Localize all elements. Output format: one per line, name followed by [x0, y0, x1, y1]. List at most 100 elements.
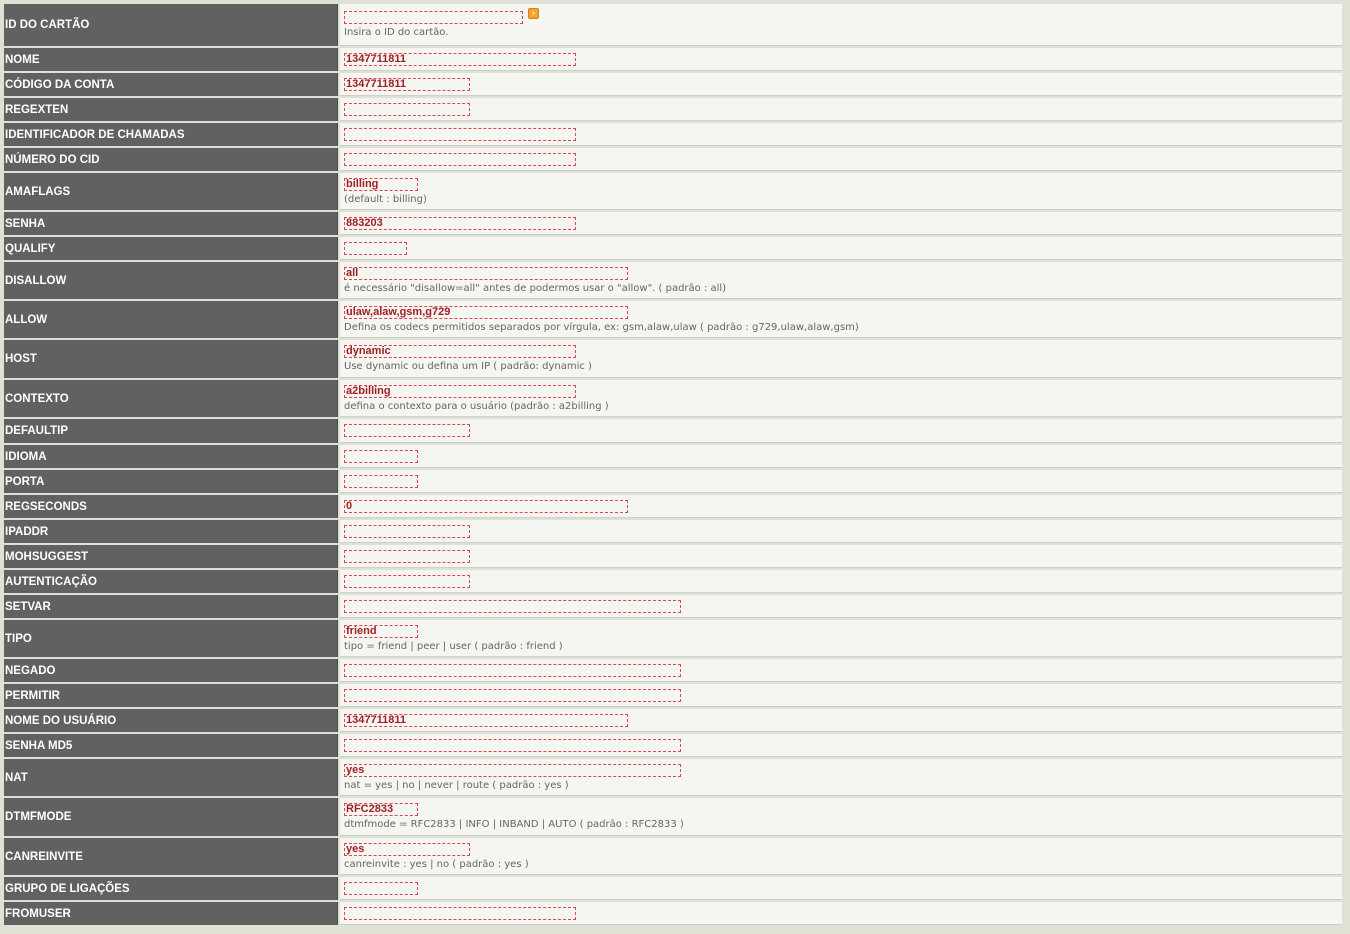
label-permitir: PERMITIR	[4, 684, 338, 707]
senha-input[interactable]	[344, 216, 576, 230]
value-cell-allow: Defina os codecs permitidos separados po…	[340, 301, 1342, 338]
numero-cid-input[interactable]	[344, 152, 576, 166]
regexten-input[interactable]	[344, 102, 470, 116]
label-card-id: ID DO CARTÃO	[4, 4, 338, 46]
porta-input[interactable]	[344, 474, 418, 488]
regseconds-input[interactable]	[344, 499, 628, 513]
value-cell-amaflags: (default : billing)	[340, 173, 1342, 210]
row-porta: PORTA	[4, 470, 1342, 493]
label-contexto: CONTEXTO	[4, 380, 338, 417]
disallow-input[interactable]	[344, 266, 628, 280]
label-host: HOST	[4, 340, 338, 378]
permitir-input[interactable]	[344, 688, 681, 702]
identificador-chamadas-input[interactable]	[344, 127, 576, 141]
row-card-id: ID DO CARTÃO › Insira o ID do cartão.	[4, 4, 1342, 46]
nome-input[interactable]	[344, 52, 576, 66]
row-idioma: IDIOMA	[4, 445, 1342, 468]
mohsuggest-input[interactable]	[344, 549, 470, 563]
autenticacao-input[interactable]	[344, 574, 470, 588]
nat-input[interactable]	[344, 763, 681, 777]
value-cell-canreinvite: canreinvite : yes | no ( padrão : yes )	[340, 838, 1342, 875]
value-cell-grupo-ligacoes	[340, 877, 1342, 900]
senha-md5-input[interactable]	[344, 738, 681, 752]
row-host: HOST Use dynamic ou defina um IP ( padrã…	[4, 340, 1342, 378]
hint-nat: nat = yes | no | never | route ( padrão …	[344, 779, 569, 791]
value-cell-nat: nat = yes | no | never | route ( padrão …	[340, 759, 1342, 796]
sip-friend-form: ID DO CARTÃO › Insira o ID do cartão. NO…	[4, 4, 1342, 927]
value-cell-nome	[340, 48, 1342, 71]
hint-dtmfmode: dtmfmode = RFC2833 | INFO | INBAND | AUT…	[344, 819, 684, 830]
value-cell-dtmfmode: dtmfmode = RFC2833 | INFO | INBAND | AUT…	[340, 798, 1342, 836]
tipo-input[interactable]	[344, 624, 418, 638]
row-senha: SENHA	[4, 212, 1342, 235]
host-input[interactable]	[344, 345, 576, 358]
qualify-input[interactable]	[344, 241, 407, 255]
hint-allow: Defina os codecs permitidos separados po…	[344, 321, 859, 333]
row-nome: NOME	[4, 48, 1342, 71]
codigo-conta-input[interactable]	[344, 77, 470, 91]
row-ipaddr: IPADDR	[4, 520, 1342, 543]
row-codigo-conta: CÓDIGO DA CONTA	[4, 73, 1342, 96]
value-cell-numero-cid	[340, 148, 1342, 171]
label-allow: ALLOW	[4, 301, 338, 338]
idioma-input[interactable]	[344, 449, 418, 463]
row-defaultip: DEFAULTIP	[4, 419, 1342, 443]
fromuser-input[interactable]	[344, 906, 576, 920]
hint-canreinvite: canreinvite : yes | no ( padrão : yes )	[344, 858, 529, 870]
dtmfmode-input[interactable]	[344, 803, 418, 816]
value-cell-codigo-conta	[340, 73, 1342, 96]
hint-disallow: é necessário "disallow=all" antes de pod…	[344, 282, 727, 294]
value-cell-porta	[340, 470, 1342, 493]
value-cell-defaultip	[340, 419, 1342, 443]
contexto-input[interactable]	[344, 384, 576, 398]
canreinvite-input[interactable]	[344, 842, 470, 856]
value-cell-permitir	[340, 684, 1342, 707]
row-autenticacao: AUTENTICAÇÃO	[4, 570, 1342, 593]
defaultip-input[interactable]	[344, 424, 470, 437]
value-cell-card-id: › Insira o ID do cartão.	[340, 4, 1342, 46]
label-codigo-conta: CÓDIGO DA CONTA	[4, 73, 338, 96]
row-senha-md5: SENHA MD5	[4, 734, 1342, 757]
value-cell-tipo: tipo = friend | peer | user ( padrão : f…	[340, 620, 1342, 657]
value-cell-autenticacao	[340, 570, 1342, 593]
row-mohsuggest: MOHSUGGEST	[4, 545, 1342, 568]
value-cell-regexten	[340, 98, 1342, 121]
row-negado: NEGADO	[4, 659, 1342, 682]
label-qualify: QUALIFY	[4, 237, 338, 260]
value-cell-host: Use dynamic ou defina um IP ( padrão: dy…	[340, 340, 1342, 378]
value-cell-senha	[340, 212, 1342, 235]
row-fromuser: FROMUSER	[4, 902, 1342, 925]
value-cell-senha-md5	[340, 734, 1342, 757]
value-cell-nome-usuario	[340, 709, 1342, 732]
card-id-input[interactable]	[344, 11, 523, 24]
value-cell-disallow: é necessário "disallow=all" antes de pod…	[340, 262, 1342, 299]
label-defaultip: DEFAULTIP	[4, 419, 338, 443]
label-numero-cid: NÚMERO DO CID	[4, 148, 338, 171]
value-cell-idioma	[340, 445, 1342, 468]
label-regseconds: REGSECONDS	[4, 495, 338, 518]
row-amaflags: AMAFLAGS (default : billing)	[4, 173, 1342, 210]
hint-contexto: defina o contexto para o usuário (padrão…	[344, 400, 609, 412]
amaflags-input[interactable]	[344, 177, 418, 191]
row-identificador-chamadas: IDENTIFICADOR DE CHAMADAS	[4, 123, 1342, 146]
label-regexten: REGEXTEN	[4, 98, 338, 121]
label-autenticacao: AUTENTICAÇÃO	[4, 570, 338, 593]
label-grupo-ligacoes: GRUPO DE LIGAÇÕES	[4, 877, 338, 900]
negado-input[interactable]	[344, 663, 681, 677]
value-cell-ipaddr	[340, 520, 1342, 543]
row-tipo: TIPO tipo = friend | peer | user ( padrã…	[4, 620, 1342, 657]
label-nome-usuario: NOME DO USUÁRIO	[4, 709, 338, 732]
value-cell-contexto: defina o contexto para o usuário (padrão…	[340, 380, 1342, 417]
nome-usuario-input[interactable]	[344, 713, 628, 727]
grupo-ligacoes-input[interactable]	[344, 881, 418, 895]
value-cell-identificador-chamadas	[340, 123, 1342, 146]
arrow-right-icon[interactable]: ›	[528, 8, 539, 19]
setvar-input[interactable]	[344, 599, 681, 613]
allow-input[interactable]	[344, 305, 628, 319]
ipaddr-input[interactable]	[344, 524, 470, 538]
row-dtmfmode: DTMFMODE dtmfmode = RFC2833 | INFO | INB…	[4, 798, 1342, 836]
label-negado: NEGADO	[4, 659, 338, 682]
label-amaflags: AMAFLAGS	[4, 173, 338, 210]
value-cell-regseconds	[340, 495, 1342, 518]
row-grupo-ligacoes: GRUPO DE LIGAÇÕES	[4, 877, 1342, 900]
